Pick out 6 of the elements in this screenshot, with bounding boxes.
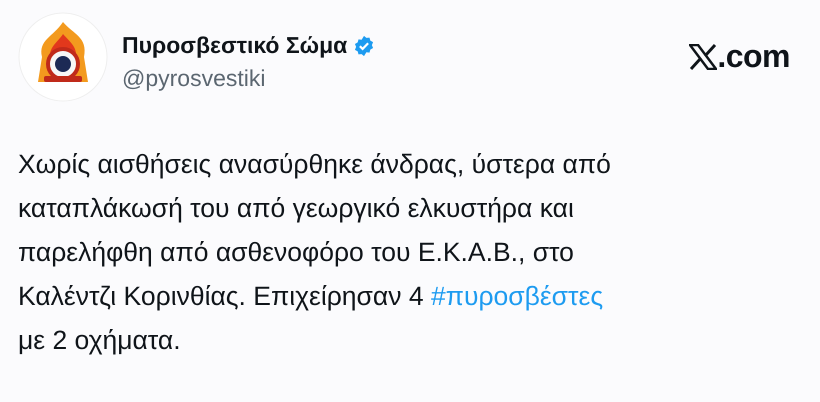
x-logo-icon bbox=[689, 44, 718, 70]
hashtag-link[interactable]: #πυροσβέστες bbox=[430, 281, 604, 311]
author-name[interactable]: Πυροσβεστικό Σώμα bbox=[122, 32, 348, 59]
site-domain: .com bbox=[717, 38, 790, 75]
post-text: Χωρίς αισθήσεις ανασύρθηκε άνδρας, ύστερα από καταπλάκωσή του από γεωργικό ελκυστήρα και παρελήφθη από ασθενοφόρο του Ε.Κ.Α.Β., στο Καλέντζι Κορινθίας. Επιχείρησαν 4 #πυροσβέστες με 2 οχήματα. bbox=[18, 148, 612, 357]
author-handle[interactable]: @pyrosvestiki bbox=[122, 65, 690, 92]
